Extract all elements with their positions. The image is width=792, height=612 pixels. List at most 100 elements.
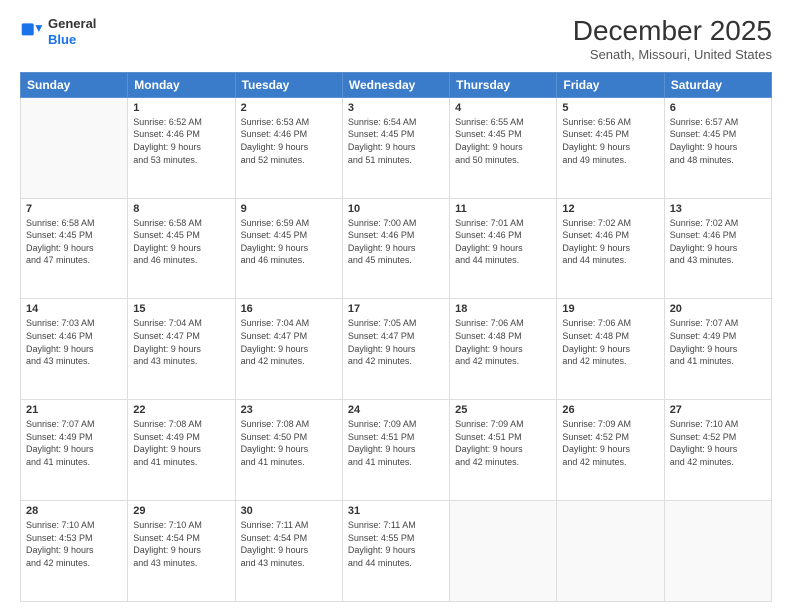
day-number: 2	[241, 102, 337, 114]
day-number: 19	[562, 303, 658, 315]
day-info: Sunrise: 7:02 AMSunset: 4:46 PMDaylight:…	[562, 217, 658, 267]
logo-text: General Blue	[48, 16, 96, 47]
table-row: 8 Sunrise: 6:58 AMSunset: 4:45 PMDaylight…	[128, 198, 235, 299]
title-block: December 2025 Senath, Missouri, United S…	[573, 16, 772, 62]
day-info: Sunrise: 7:08 AMSunset: 4:50 PMDaylight:…	[241, 418, 337, 468]
day-number: 7	[26, 203, 122, 215]
calendar-table: Sunday Monday Tuesday Wednesday Thursday…	[20, 72, 772, 602]
header: General Blue December 2025 Senath, Misso…	[20, 16, 772, 62]
day-info: Sunrise: 7:10 AMSunset: 4:52 PMDaylight:…	[670, 418, 766, 468]
calendar-header-row: Sunday Monday Tuesday Wednesday Thursday…	[21, 72, 772, 97]
table-row: 15 Sunrise: 7:04 AMSunset: 4:47 PMDayligh…	[128, 299, 235, 400]
table-row: 3 Sunrise: 6:54 AMSunset: 4:45 PMDaylight…	[342, 97, 449, 198]
day-info: Sunrise: 6:57 AMSunset: 4:45 PMDaylight:…	[670, 116, 766, 166]
day-number: 4	[455, 102, 551, 114]
day-info: Sunrise: 7:03 AMSunset: 4:46 PMDaylight:…	[26, 317, 122, 367]
table-row: 22 Sunrise: 7:08 AMSunset: 4:49 PMDayligh…	[128, 400, 235, 501]
day-info: Sunrise: 7:09 AMSunset: 4:51 PMDaylight:…	[455, 418, 551, 468]
day-number: 9	[241, 203, 337, 215]
day-info: Sunrise: 7:04 AMSunset: 4:47 PMDaylight:…	[241, 317, 337, 367]
day-info: Sunrise: 6:52 AMSunset: 4:46 PMDaylight:…	[133, 116, 229, 166]
table-row: 21Sunrise: 7:07 AMSunset: 4:49 PMDayligh…	[21, 400, 128, 501]
day-info: Sunrise: 7:06 AMSunset: 4:48 PMDaylight:…	[562, 317, 658, 367]
table-row: 27 Sunrise: 7:10 AMSunset: 4:52 PMDayligh…	[664, 400, 771, 501]
day-info: Sunrise: 7:09 AMSunset: 4:52 PMDaylight:…	[562, 418, 658, 468]
table-row: 7 Sunrise: 6:58 AMSunset: 4:45 PMDaylight…	[21, 198, 128, 299]
day-number: 12	[562, 203, 658, 215]
table-row: 16 Sunrise: 7:04 AMSunset: 4:47 PMDayligh…	[235, 299, 342, 400]
table-row	[664, 501, 771, 602]
table-row: 13 Sunrise: 7:02 AMSunset: 4:46 PMDayligh…	[664, 198, 771, 299]
day-info: Sunrise: 7:07 AMSunset: 4:49 PMDaylight:…	[670, 317, 766, 367]
day-number: 1	[133, 102, 229, 114]
day-info: Sunrise: 7:08 AMSunset: 4:49 PMDaylight:…	[133, 418, 229, 468]
calendar-week-row: 28Sunrise: 7:10 AMSunset: 4:53 PMDayligh…	[21, 501, 772, 602]
day-info: Sunrise: 7:02 AMSunset: 4:46 PMDaylight:…	[670, 217, 766, 267]
table-row: 31Sunrise: 7:11 AMSunset: 4:55 PMDayligh…	[342, 501, 449, 602]
table-row: 18 Sunrise: 7:06 AMSunset: 4:48 PMDayligh…	[450, 299, 557, 400]
day-number: 25	[455, 404, 551, 416]
day-number: 3	[348, 102, 444, 114]
day-number: 10	[348, 203, 444, 215]
table-row: 9 Sunrise: 6:59 AMSunset: 4:45 PMDaylight…	[235, 198, 342, 299]
day-info: Sunrise: 6:54 AMSunset: 4:45 PMDaylight:…	[348, 116, 444, 166]
table-row: 5Sunrise: 6:56 AMSunset: 4:45 PMDaylight…	[557, 97, 664, 198]
day-number: 31	[348, 505, 444, 517]
table-row: 17Sunrise: 7:05 AMSunset: 4:47 PMDayligh…	[342, 299, 449, 400]
day-number: 27	[670, 404, 766, 416]
table-row: 19 Sunrise: 7:06 AMSunset: 4:48 PMDayligh…	[557, 299, 664, 400]
day-info: Sunrise: 7:06 AMSunset: 4:48 PMDaylight:…	[455, 317, 551, 367]
calendar-week-row: 7 Sunrise: 6:58 AMSunset: 4:45 PMDaylight…	[21, 198, 772, 299]
col-monday: Monday	[128, 72, 235, 97]
day-info: Sunrise: 7:11 AMSunset: 4:54 PMDaylight:…	[241, 519, 337, 569]
day-number: 29	[133, 505, 229, 517]
table-row: 23 Sunrise: 7:08 AMSunset: 4:50 PMDayligh…	[235, 400, 342, 501]
calendar-week-row: 14 Sunrise: 7:03 AMSunset: 4:46 PMDayligh…	[21, 299, 772, 400]
col-thursday: Thursday	[450, 72, 557, 97]
day-number: 11	[455, 203, 551, 215]
table-row: 26 Sunrise: 7:09 AMSunset: 4:52 PMDayligh…	[557, 400, 664, 501]
day-number: 17	[348, 303, 444, 315]
day-info: Sunrise: 6:53 AMSunset: 4:46 PMDaylight:…	[241, 116, 337, 166]
day-number: 16	[241, 303, 337, 315]
col-wednesday: Wednesday	[342, 72, 449, 97]
day-info: Sunrise: 7:09 AMSunset: 4:51 PMDaylight:…	[348, 418, 444, 468]
day-number: 22	[133, 404, 229, 416]
day-info: Sunrise: 7:04 AMSunset: 4:47 PMDaylight:…	[133, 317, 229, 367]
col-friday: Friday	[557, 72, 664, 97]
day-info: Sunrise: 6:58 AMSunset: 4:45 PMDaylight:…	[133, 217, 229, 267]
day-number: 15	[133, 303, 229, 315]
table-row: 29 Sunrise: 7:10 AMSunset: 4:54 PMDayligh…	[128, 501, 235, 602]
col-saturday: Saturday	[664, 72, 771, 97]
table-row: 14 Sunrise: 7:03 AMSunset: 4:46 PMDayligh…	[21, 299, 128, 400]
day-number: 23	[241, 404, 337, 416]
table-row: 24 Sunrise: 7:09 AMSunset: 4:51 PMDayligh…	[342, 400, 449, 501]
day-info: Sunrise: 6:59 AMSunset: 4:45 PMDaylight:…	[241, 217, 337, 267]
table-row: 30Sunrise: 7:11 AMSunset: 4:54 PMDayligh…	[235, 501, 342, 602]
day-number: 18	[455, 303, 551, 315]
table-row: 28Sunrise: 7:10 AMSunset: 4:53 PMDayligh…	[21, 501, 128, 602]
day-info: Sunrise: 7:01 AMSunset: 4:46 PMDaylight:…	[455, 217, 551, 267]
day-info: Sunrise: 6:55 AMSunset: 4:45 PMDaylight:…	[455, 116, 551, 166]
day-info: Sunrise: 6:58 AMSunset: 4:45 PMDaylight:…	[26, 217, 122, 267]
logo-icon	[20, 20, 44, 44]
calendar-body: 1 Sunrise: 6:52 AMSunset: 4:46 PMDaylight…	[21, 97, 772, 601]
day-number: 14	[26, 303, 122, 315]
table-row: 25 Sunrise: 7:09 AMSunset: 4:51 PMDayligh…	[450, 400, 557, 501]
col-tuesday: Tuesday	[235, 72, 342, 97]
day-number: 8	[133, 203, 229, 215]
table-row: 11 Sunrise: 7:01 AMSunset: 4:46 PMDayligh…	[450, 198, 557, 299]
day-number: 24	[348, 404, 444, 416]
table-row: 1 Sunrise: 6:52 AMSunset: 4:46 PMDaylight…	[128, 97, 235, 198]
calendar-subtitle: Senath, Missouri, United States	[573, 47, 772, 62]
day-number: 26	[562, 404, 658, 416]
day-info: Sunrise: 7:10 AMSunset: 4:54 PMDaylight:…	[133, 519, 229, 569]
logo: General Blue	[20, 16, 96, 47]
table-row: 12 Sunrise: 7:02 AMSunset: 4:46 PMDayligh…	[557, 198, 664, 299]
table-row: 20 Sunrise: 7:07 AMSunset: 4:49 PMDayligh…	[664, 299, 771, 400]
table-row: 4 Sunrise: 6:55 AMSunset: 4:45 PMDaylight…	[450, 97, 557, 198]
day-number: 13	[670, 203, 766, 215]
day-number: 20	[670, 303, 766, 315]
table-row	[450, 501, 557, 602]
calendar-week-row: 1 Sunrise: 6:52 AMSunset: 4:46 PMDaylight…	[21, 97, 772, 198]
